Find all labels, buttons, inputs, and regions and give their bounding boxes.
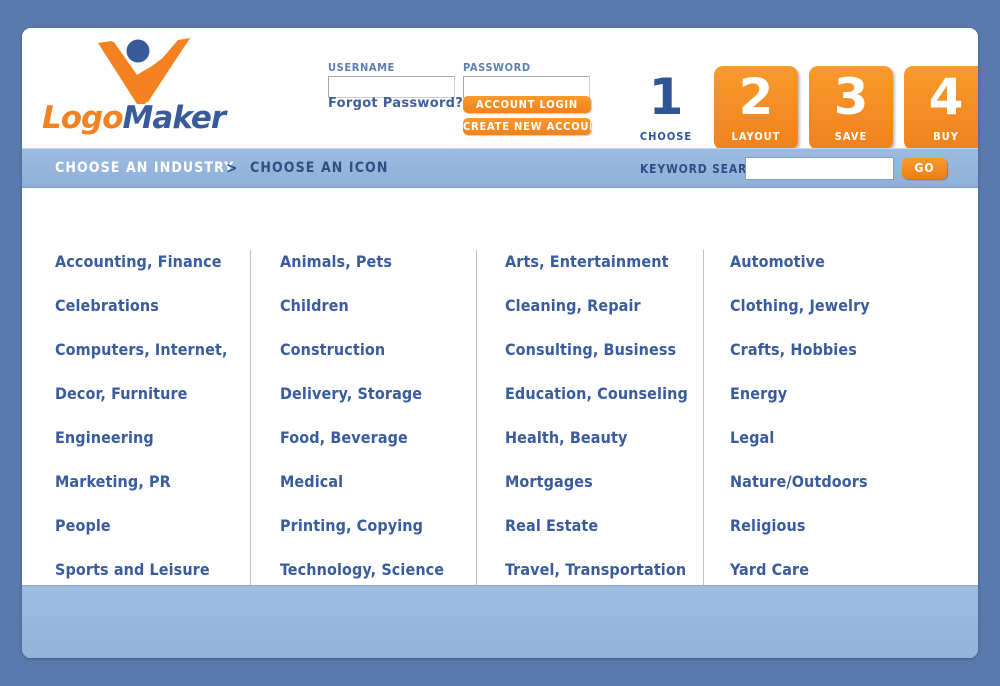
industry-link[interactable]: Consulting, Business bbox=[505, 328, 711, 372]
username-label: USERNAME bbox=[328, 61, 395, 74]
account-login-button[interactable]: ACCOUNT LOGIN bbox=[463, 96, 591, 113]
industry-link[interactable]: Crafts, Hobbies bbox=[730, 328, 936, 372]
industry-link[interactable]: Nature/Outdoors bbox=[730, 460, 936, 504]
industry-column-1: Accounting, Finance Celebrations Compute… bbox=[55, 188, 261, 592]
industry-column-3: Arts, Entertainment Cleaning, Repair Con… bbox=[505, 188, 711, 592]
step-2-layout[interactable]: 2 LAYOUT bbox=[714, 66, 798, 150]
step-4-buy[interactable]: 4 BUY bbox=[904, 66, 978, 150]
industry-link[interactable]: Real Estate bbox=[505, 504, 711, 548]
step-1-choose[interactable]: 1 CHOOSE bbox=[634, 66, 698, 150]
password-label: PASSWORD bbox=[463, 61, 531, 74]
password-input[interactable] bbox=[463, 76, 590, 98]
industry-link[interactable]: Delivery, Storage bbox=[280, 372, 486, 416]
industry-link[interactable]: Engineering bbox=[55, 416, 261, 460]
footer-band bbox=[22, 585, 978, 658]
logo-wordmark: LogoMaker bbox=[42, 100, 227, 136]
step-indicator: 1 CHOOSE 2 LAYOUT 3 SAVE 4 BUY bbox=[622, 38, 978, 150]
step-2-number: 2 bbox=[738, 68, 774, 126]
industry-list: Accounting, Finance Celebrations Compute… bbox=[22, 188, 978, 590]
industry-link[interactable]: Marketing, PR bbox=[55, 460, 261, 504]
step-4-number: 4 bbox=[928, 68, 964, 126]
page-root: LogoMaker USERNAME PASSWORD Forgot Passw… bbox=[0, 0, 1000, 686]
login-block: USERNAME PASSWORD Forgot Password? ACCOU… bbox=[305, 38, 605, 148]
step-3-label: SAVE bbox=[834, 130, 868, 143]
header: LogoMaker USERNAME PASSWORD Forgot Passw… bbox=[22, 28, 978, 150]
industry-link[interactable]: Computers, Internet, bbox=[55, 328, 261, 372]
app-card: LogoMaker USERNAME PASSWORD Forgot Passw… bbox=[22, 28, 978, 658]
industry-link[interactable]: Religious bbox=[730, 504, 936, 548]
logo[interactable]: LogoMaker bbox=[32, 34, 232, 142]
industry-link[interactable]: Children bbox=[280, 284, 486, 328]
step-3-number: 3 bbox=[833, 68, 869, 126]
breadcrumb-navbar: CHOOSE AN INDUSTRY > CHOOSE AN ICON KEYW… bbox=[22, 148, 978, 188]
keyword-search-input[interactable] bbox=[745, 157, 894, 180]
industry-link[interactable]: Construction bbox=[280, 328, 486, 372]
industry-link[interactable]: Clothing, Jewelry bbox=[730, 284, 936, 328]
step-4-label: BUY bbox=[933, 130, 959, 143]
industry-link[interactable]: Health, Beauty bbox=[505, 416, 711, 460]
logo-word-maker: Maker bbox=[122, 100, 227, 136]
industry-column-4: Automotive Clothing, Jewelry Crafts, Hob… bbox=[730, 188, 936, 592]
industry-link[interactable]: Education, Counseling bbox=[505, 372, 711, 416]
industry-link[interactable]: Celebrations bbox=[55, 284, 261, 328]
industry-link[interactable]: Accounting, Finance bbox=[55, 240, 261, 284]
create-new-account-button[interactable]: CREATE NEW ACCOUNT bbox=[463, 118, 591, 135]
go-button[interactable]: GO bbox=[902, 158, 947, 179]
industry-link[interactable]: Cleaning, Repair bbox=[505, 284, 711, 328]
industry-link[interactable]: Arts, Entertainment bbox=[505, 240, 711, 284]
step-1-number: 1 bbox=[648, 68, 684, 126]
username-input[interactable] bbox=[328, 76, 455, 98]
forgot-password-link[interactable]: Forgot Password? bbox=[328, 96, 463, 111]
industry-link[interactable]: Mortgages bbox=[505, 460, 711, 504]
step-3-save[interactable]: 3 SAVE bbox=[809, 66, 893, 150]
breadcrumb-separator-icon: > bbox=[226, 159, 239, 177]
orange-checkmark-person-logo-icon bbox=[98, 37, 191, 104]
logo-word-logo: Logo bbox=[42, 100, 124, 136]
breadcrumb-choose-an-industry[interactable]: CHOOSE AN INDUSTRY bbox=[55, 160, 234, 176]
industry-link[interactable]: Medical bbox=[280, 460, 486, 504]
industry-column-2: Animals, Pets Children Construction Deli… bbox=[280, 188, 486, 592]
industry-link[interactable]: Food, Beverage bbox=[280, 416, 486, 460]
industry-link[interactable]: Animals, Pets bbox=[280, 240, 486, 284]
breadcrumb-choose-an-icon[interactable]: CHOOSE AN ICON bbox=[250, 160, 389, 176]
industry-link[interactable]: Automotive bbox=[730, 240, 936, 284]
industry-link[interactable]: People bbox=[55, 504, 261, 548]
industry-link[interactable]: Energy bbox=[730, 372, 936, 416]
step-2-label: LAYOUT bbox=[731, 130, 781, 143]
industry-link[interactable]: Printing, Copying bbox=[280, 504, 486, 548]
industry-link[interactable]: Decor, Furniture bbox=[55, 372, 261, 416]
industry-link[interactable]: Legal bbox=[730, 416, 936, 460]
step-1-label: CHOOSE bbox=[639, 130, 693, 143]
